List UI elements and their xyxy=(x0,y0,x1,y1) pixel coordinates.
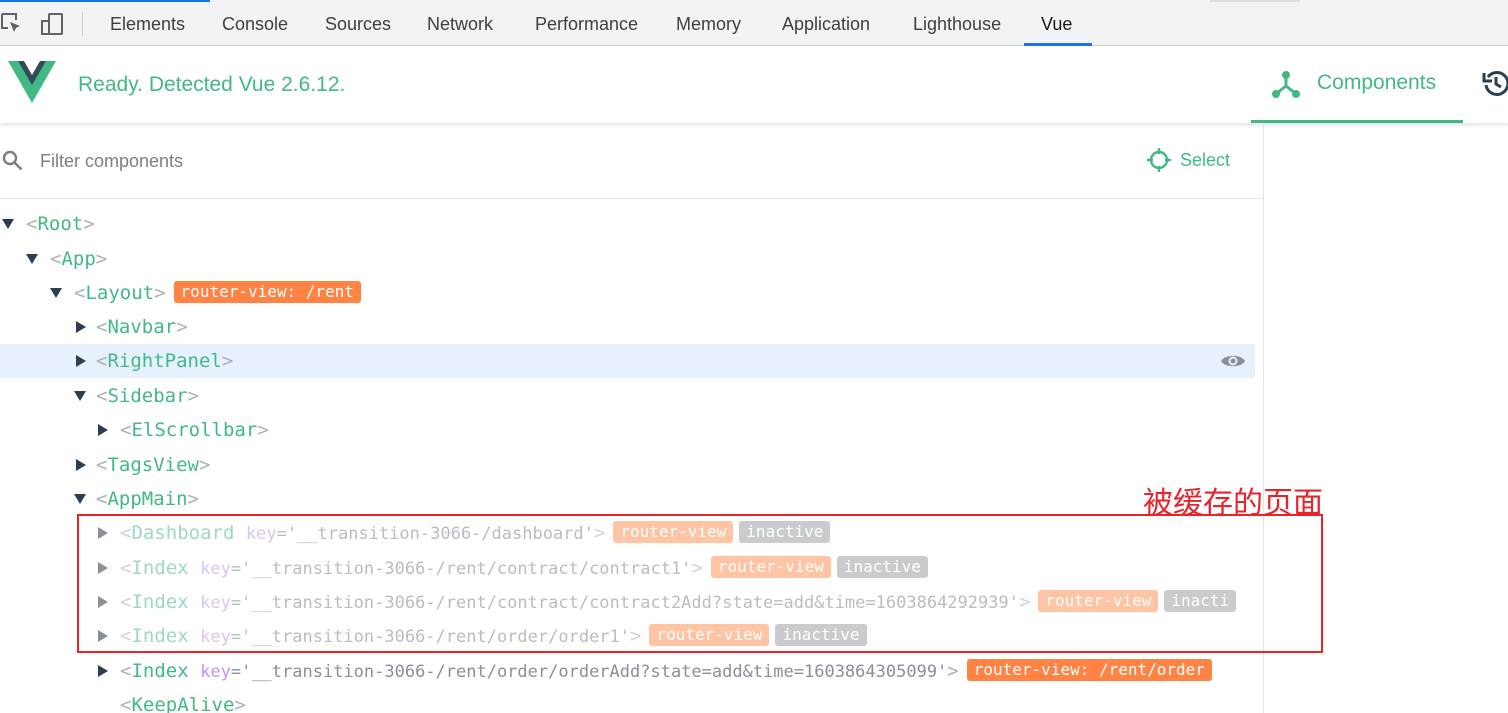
filter-bar: Select xyxy=(0,123,1263,199)
tree-node-layout[interactable]: <Layout> router-view: /rent xyxy=(0,276,1255,310)
tab-vue[interactable]: Vue xyxy=(1041,0,1072,46)
component-name: Root xyxy=(37,213,84,235)
tree-node-app[interactable]: <App> xyxy=(0,242,1255,276)
tab-application[interactable]: Application xyxy=(782,0,870,46)
toolbar-divider xyxy=(82,12,83,36)
router-view-badge: router-view: /rent/order xyxy=(966,659,1212,681)
tree-node-sidebar[interactable]: <Sidebar> xyxy=(0,379,1255,413)
tree-node-root[interactable]: <Root> xyxy=(0,207,1255,241)
select-button-label: Select xyxy=(1180,150,1231,170)
tab-lighthouse[interactable]: Lighthouse xyxy=(913,0,1001,46)
component-name: Navbar xyxy=(107,316,177,338)
component-name: RightPanel xyxy=(107,350,222,372)
tab-performance[interactable]: Performance xyxy=(535,0,638,46)
devtools-tab-strip: Elements Console Sources Network Perform… xyxy=(0,0,1508,46)
eye-icon[interactable] xyxy=(1220,352,1246,375)
collapse-arrow-icon[interactable] xyxy=(98,424,108,436)
cached-pages-annotation: 被缓存的页面 xyxy=(1143,486,1323,521)
tab-elements[interactable]: Elements xyxy=(110,0,185,46)
filter-components-input[interactable] xyxy=(40,145,740,177)
expand-arrow-icon[interactable] xyxy=(50,288,62,298)
tree-node-tagsview[interactable]: <TagsView> xyxy=(0,448,1255,482)
cached-pages-highlight-box xyxy=(77,514,1323,653)
expand-arrow-icon[interactable] xyxy=(74,494,86,504)
tab-memory[interactable]: Memory xyxy=(676,0,741,46)
component-name: Sidebar xyxy=(107,385,188,407)
tree-node-index[interactable]: <Index key='__transition-3066-/rent/orde… xyxy=(0,654,1255,688)
prop-value: '__transition-3066-/rent/order/orderAdd?… xyxy=(241,662,948,682)
vue-devtools-header: Ready. Detected Vue 2.6.12. Components xyxy=(0,47,1508,123)
tab-sources[interactable]: Sources xyxy=(325,0,391,46)
tab-strip-accent-2 xyxy=(1210,0,1300,2)
component-name: TagsView xyxy=(107,454,199,476)
tree-node-appmain[interactable]: <AppMain> xyxy=(0,482,1255,516)
search-icon xyxy=(2,150,24,177)
expand-arrow-icon[interactable] xyxy=(2,219,14,229)
tab-console[interactable]: Console xyxy=(222,0,288,46)
tree-node-keepalive[interactable]: <KeepAlive> xyxy=(0,688,1255,713)
tab-network[interactable]: Network xyxy=(427,0,493,46)
expand-arrow-icon[interactable] xyxy=(74,391,86,401)
component-name: Index xyxy=(131,660,189,682)
inspect-element-icon[interactable] xyxy=(0,12,22,39)
collapse-arrow-icon[interactable] xyxy=(76,321,86,333)
collapse-arrow-icon[interactable] xyxy=(76,459,86,471)
tree-node-elscrollbar[interactable]: <ElScrollbar> xyxy=(0,413,1255,447)
crosshair-select-icon xyxy=(1146,147,1172,178)
component-name: App xyxy=(61,248,96,270)
router-view-badge: router-view: /rent xyxy=(173,281,361,303)
expand-arrow-icon[interactable] xyxy=(26,254,38,264)
components-tree-icon xyxy=(1271,69,1301,104)
component-name: ElScrollbar xyxy=(131,419,258,441)
vue-status-text: Ready. Detected Vue 2.6.12. xyxy=(78,73,346,96)
components-tab[interactable]: Components xyxy=(1251,47,1463,123)
active-tab-indicator xyxy=(1024,43,1092,46)
history-icon[interactable] xyxy=(1482,69,1508,102)
tree-node-rightpanel[interactable]: <RightPanel> xyxy=(0,344,1255,378)
prop-key: key xyxy=(200,662,231,682)
collapse-arrow-icon[interactable] xyxy=(76,355,86,367)
tree-node-navbar[interactable]: <Navbar> xyxy=(0,310,1255,344)
component-name: Layout xyxy=(85,282,155,304)
component-name: KeepAlive xyxy=(131,694,235,713)
vue-logo-icon xyxy=(8,61,56,110)
collapse-arrow-icon[interactable] xyxy=(98,665,108,677)
components-tab-label: Components xyxy=(1317,71,1437,94)
component-name: AppMain xyxy=(107,488,188,510)
device-toolbar-icon[interactable] xyxy=(40,12,64,41)
